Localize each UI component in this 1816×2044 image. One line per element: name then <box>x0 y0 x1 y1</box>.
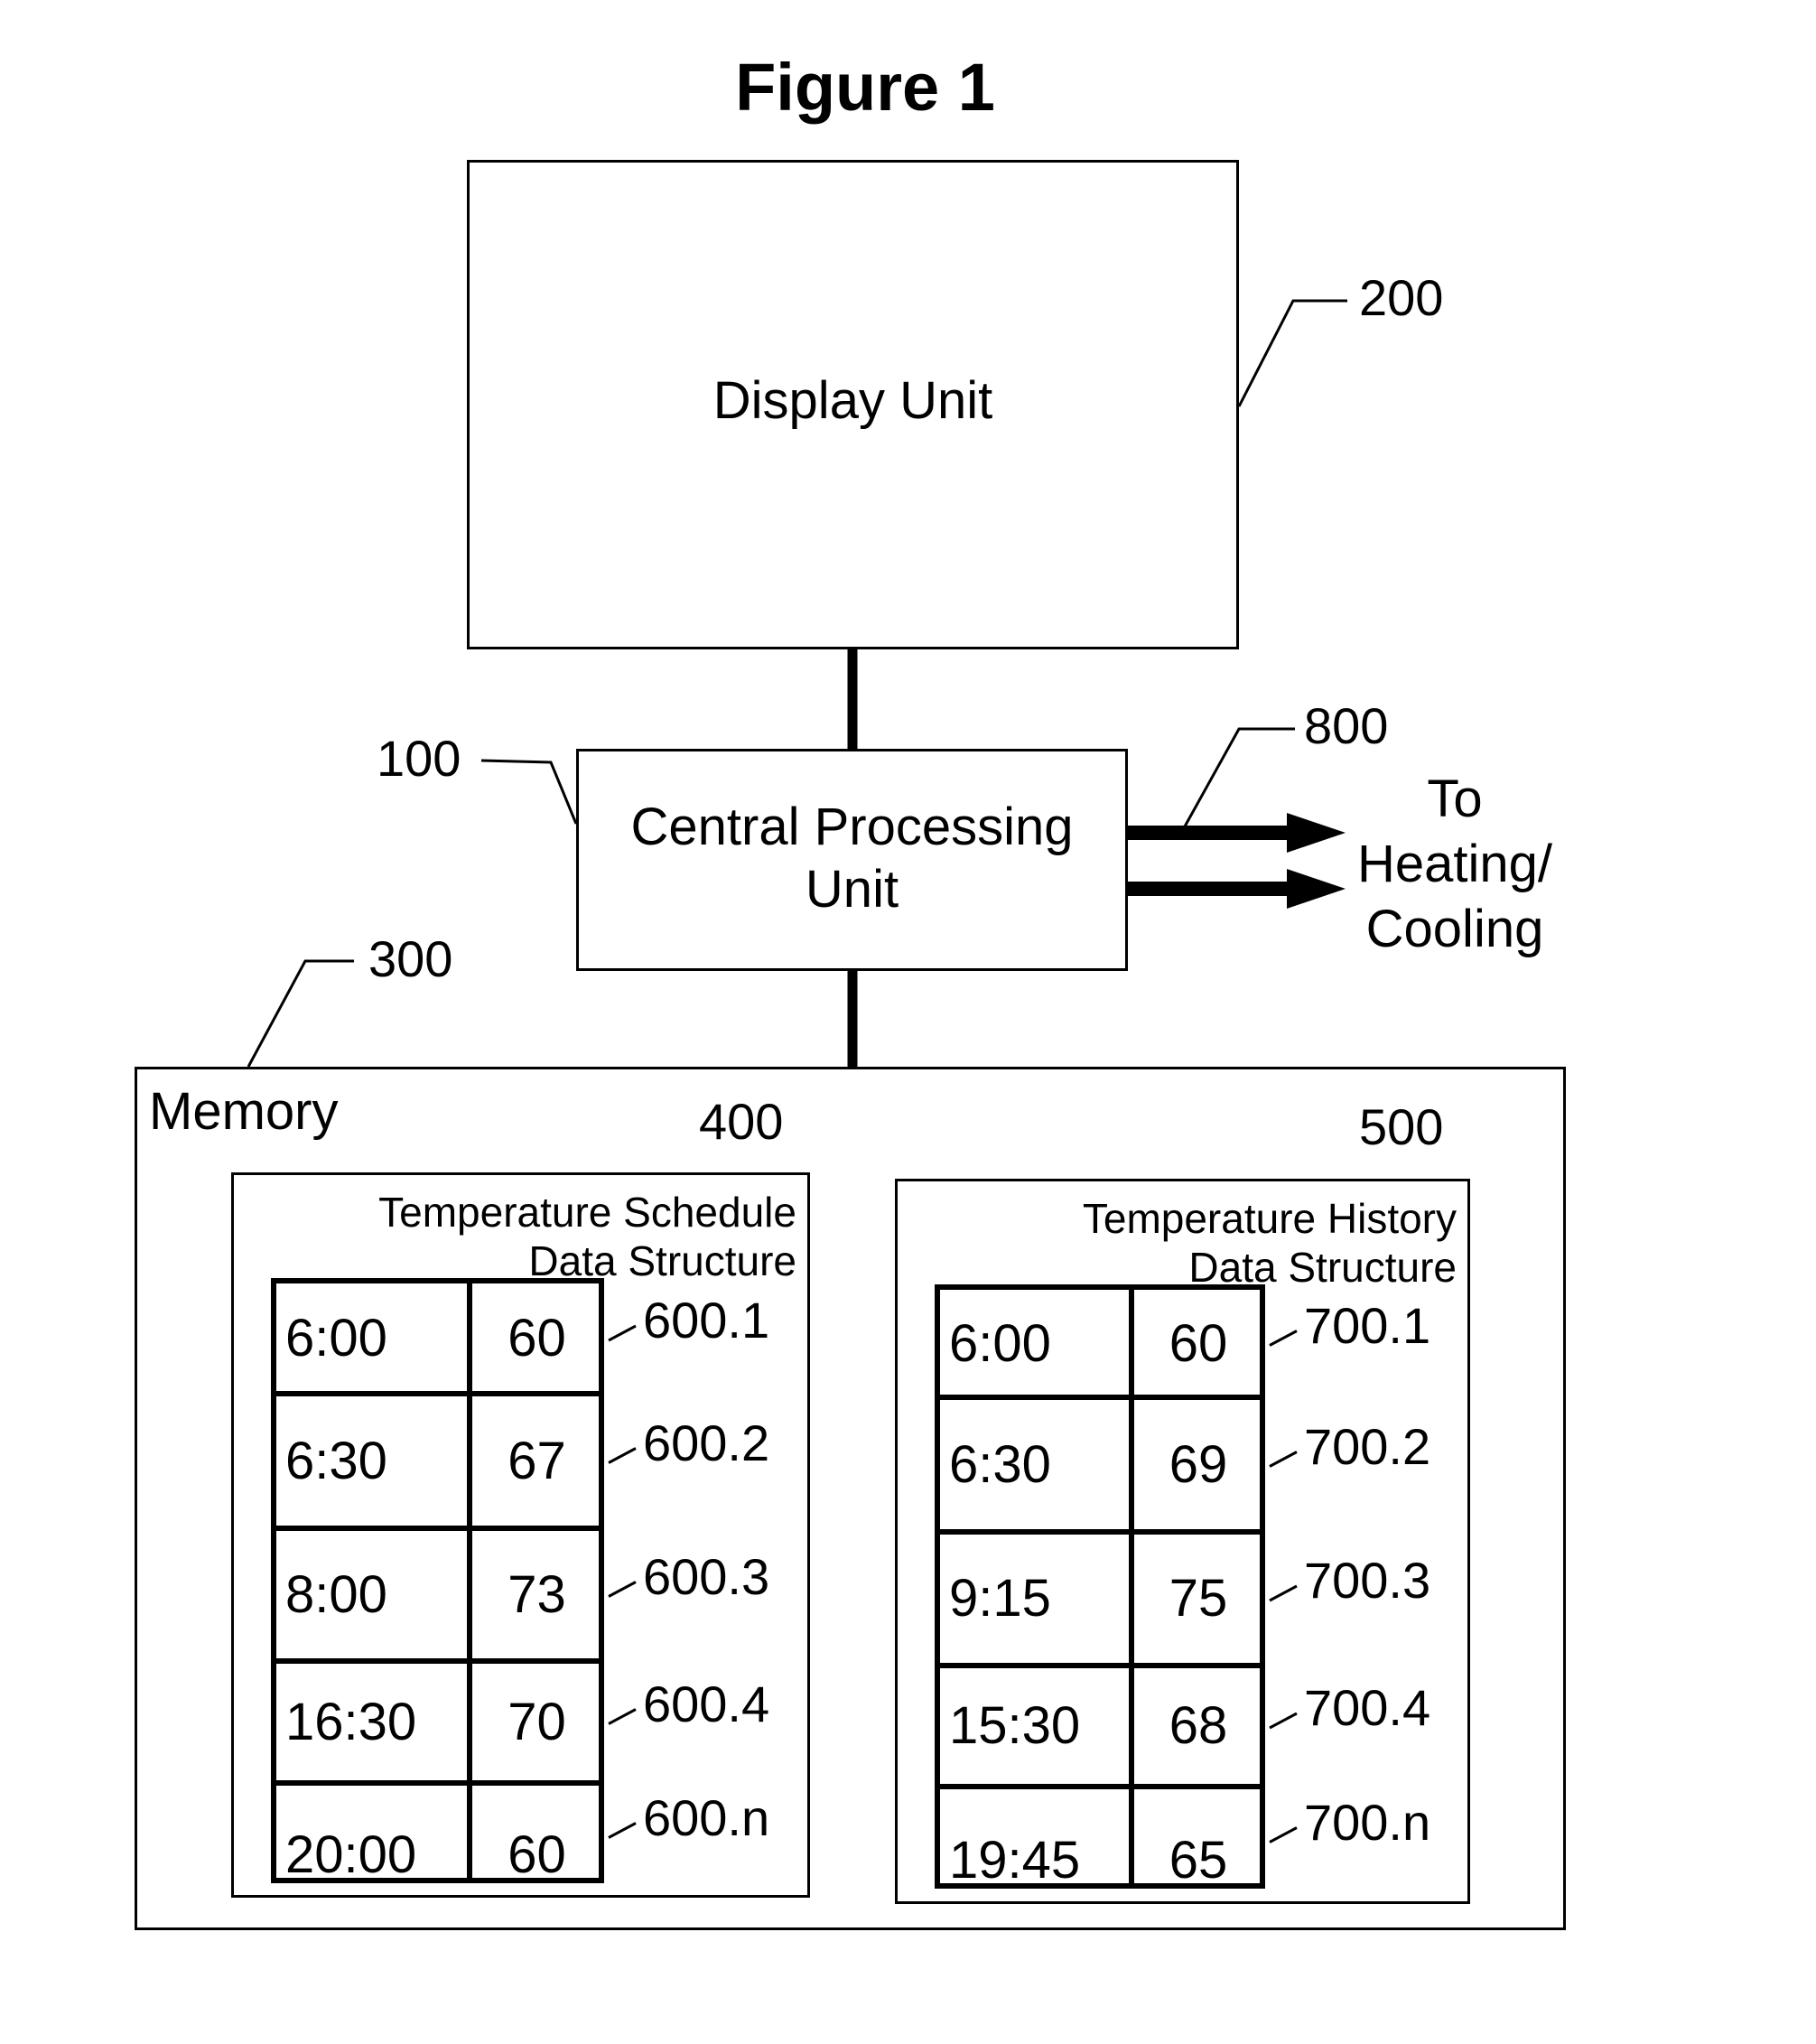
row-leader-line <box>1269 1712 1298 1730</box>
row-leader-line <box>1269 1826 1298 1843</box>
row-leader-line <box>1269 1451 1298 1468</box>
row-leader-line <box>1269 1330 1298 1347</box>
history-row-leaders <box>1269 1330 1298 1843</box>
row-leader-line <box>1269 1584 1298 1602</box>
row-ref-label: 700.2 <box>1304 1417 1431 1475</box>
row-ref-label: 700.1 <box>1304 1296 1431 1354</box>
row-ref-label: 700.4 <box>1304 1679 1431 1736</box>
row-ref-label: 700.n <box>1304 1793 1431 1851</box>
row-ref-label: 700.3 <box>1304 1552 1431 1609</box>
